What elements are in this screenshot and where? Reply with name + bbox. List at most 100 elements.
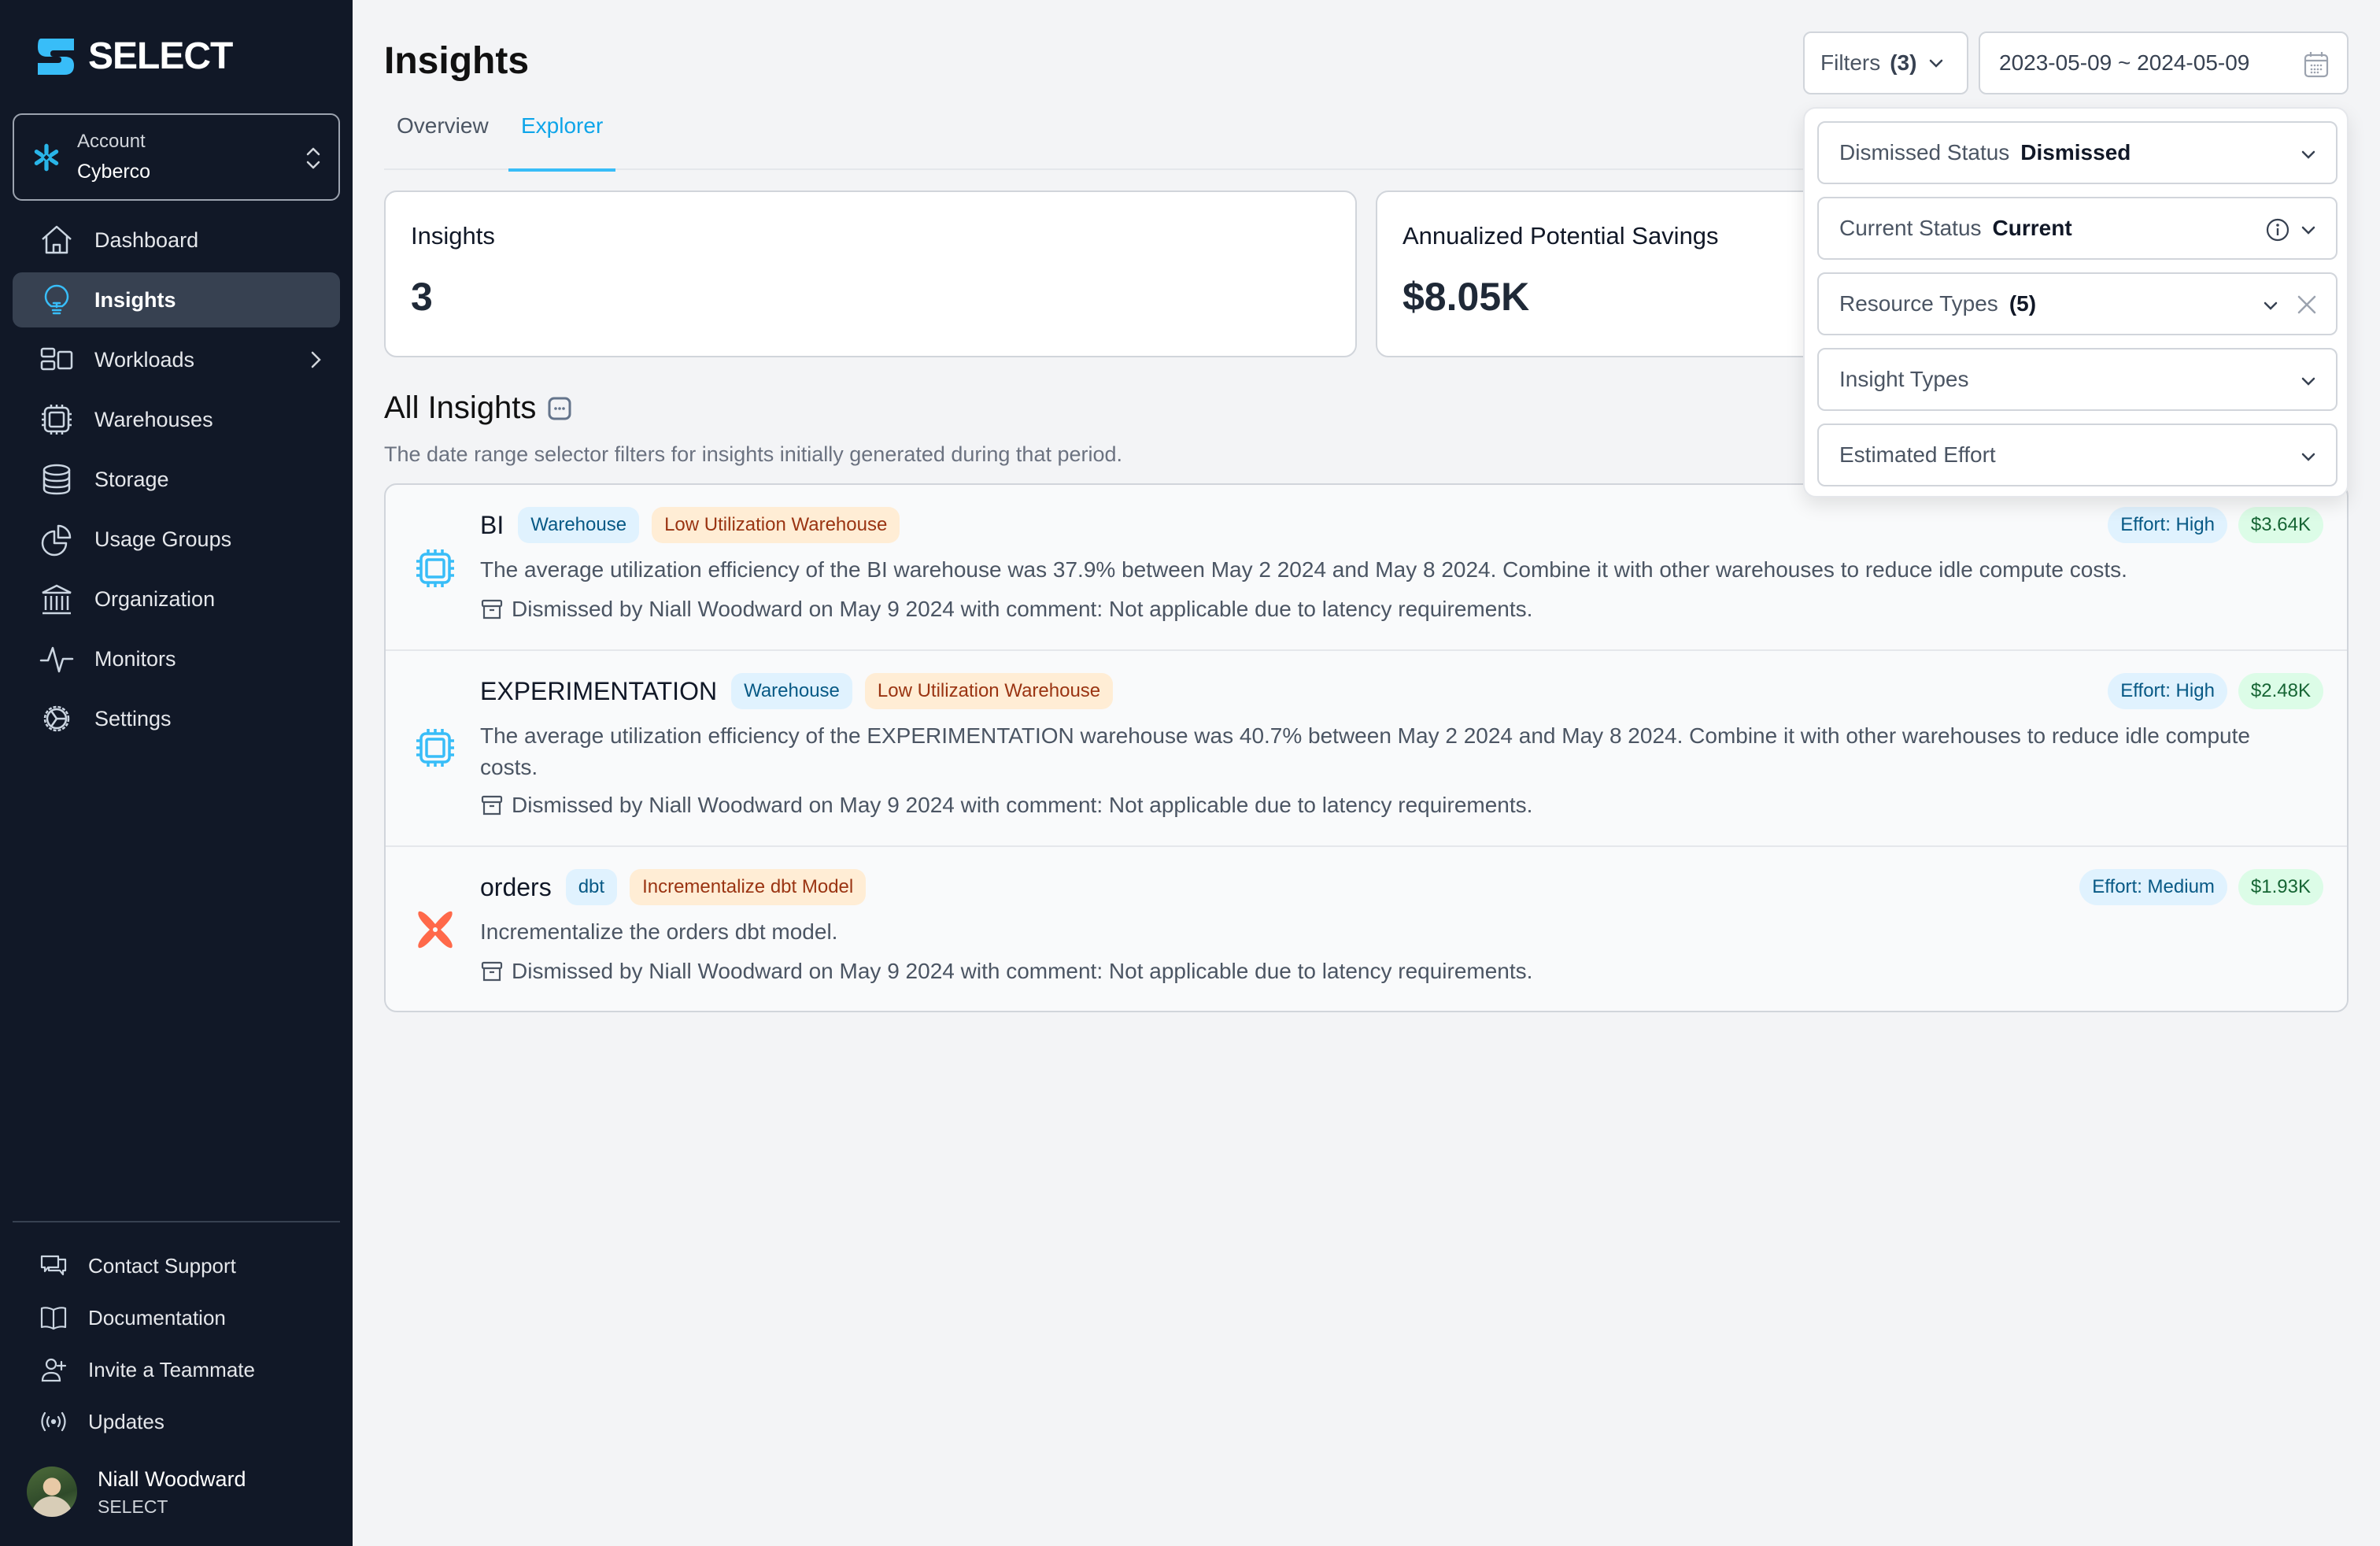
resource-type-badge: dbt [565,869,618,905]
filter-value: Dismissed [2020,140,2131,165]
filters-count: (3) [1890,50,1917,75]
chevron-down-icon [2264,301,2278,310]
insight-resource-name[interactable]: BI [480,511,504,540]
tab-explorer[interactable]: Explorer [508,113,616,172]
sidebar: SELECT Account Cyberco Dashboard Insight… [0,0,353,1546]
insight-type-badge: Incrementalize dbt Model [630,869,867,905]
sidebar-item-workloads[interactable]: Workloads [13,332,340,387]
sidebar-footer-nav: Contact Support Documentation Invite a T… [13,1240,340,1448]
sidebar-item-label: Warehouses [94,407,213,431]
pie-chart-icon [39,522,74,557]
chat-icon [39,1252,68,1280]
filter-label: Insight Types [1839,367,1969,391]
chip-icon [416,729,454,767]
documentation-link[interactable]: Documentation [13,1292,340,1344]
pulse-icon [39,642,74,676]
savings-badge: $2.48K [2238,673,2323,709]
effort-badge: Effort: High [2108,507,2227,543]
filter-value: (5) [2009,291,2037,316]
broadcast-icon [39,1407,68,1436]
invite-teammate-link[interactable]: Invite a Teammate [13,1344,340,1396]
sidebar-item-label: Organization [94,586,216,611]
clear-icon[interactable] [2295,293,2319,316]
chip-icon [416,549,454,587]
effort-badge: Effort: Medium [2079,869,2227,905]
footer-item-label: Updates [88,1409,164,1433]
resource-type-badge: Warehouse [518,507,640,543]
section-subtitle: The date range selector filters for insi… [384,442,1123,466]
insight-type-badge: Low Utilization Warehouse [652,507,900,543]
resource-type-badge: Warehouse [731,673,852,709]
database-icon [39,462,74,497]
tab-overview[interactable]: Overview [397,113,489,170]
insight-row[interactable]: EXPERIMENTATION Warehouse Low Utilizatio… [386,651,2347,847]
sidebar-item-warehouses[interactable]: Warehouses [13,392,340,447]
book-icon [39,1304,68,1332]
sidebar-item-label: Storage [94,467,169,491]
filters-label: Filters [1820,50,1881,75]
insight-type-badge: Low Utilization Warehouse [864,673,1114,709]
insight-resource-name[interactable]: orders [480,873,552,902]
archive-icon [481,599,503,620]
chevron-updown-icon [306,147,320,169]
resource-types-select[interactable]: Resource Types (5) [1817,272,2338,335]
user-profile[interactable]: Niall Woodward SELECT [27,1464,246,1519]
info-icon[interactable] [2265,217,2290,242]
sidebar-item-organization[interactable]: Organization [13,571,340,627]
contact-support-link[interactable]: Contact Support [13,1240,340,1292]
current-status-select[interactable]: Current Status Current [1817,197,2338,260]
sidebar-item-label: Dashboard [94,227,199,252]
user-plus-icon [39,1356,68,1384]
insight-description: Incrementalize the orders dbt model. [480,919,838,944]
filters-dropdown-panel: Dismissed Status Dismissed Current Statu… [1803,107,2349,497]
insight-row[interactable]: orders dbt Incrementalize dbt Model Effo… [386,847,2347,1011]
insight-types-select[interactable]: Insight Types [1817,348,2338,411]
chevron-down-icon [2301,226,2315,235]
filters-button[interactable]: Filters (3) [1803,31,1968,94]
chevron-down-icon [2301,453,2315,461]
archive-icon [481,961,503,982]
select-logo[interactable]: SELECT [38,38,233,76]
footer-item-label: Invite a Teammate [88,1357,255,1381]
chevron-down-icon [2301,150,2315,159]
dismissed-status-select[interactable]: Dismissed Status Dismissed [1817,121,2338,184]
filter-label: Dismissed Status [1839,140,2010,165]
lightbulb-icon [39,283,74,317]
chip-icon [39,402,74,437]
date-range-picker[interactable]: 2023-05-09 ~ 2024-05-09 [1979,31,2349,94]
dismissal-note: Dismissed by Niall Woodward on May 9 202… [480,793,1532,818]
effort-badge: Effort: High [2108,673,2227,709]
account-label: Account [77,130,146,152]
sidebar-item-monitors[interactable]: Monitors [13,631,340,686]
workloads-icon [39,342,74,377]
stat-label: Insights [411,222,495,250]
select-logo-icon [38,39,74,75]
avatar [27,1466,77,1517]
stat-value: 3 [411,275,433,319]
insight-row[interactable]: BI Warehouse Low Utilization Warehouse E… [386,485,2347,651]
sidebar-item-insights[interactable]: Insights [13,272,340,327]
savings-badge: $3.64K [2238,507,2323,543]
sidebar-item-dashboard[interactable]: Dashboard [13,213,340,268]
sidebar-item-label: Settings [94,706,172,730]
sidebar-item-usage-groups[interactable]: Usage Groups [13,512,340,567]
tab-bar: Overview Explorer [384,101,1879,172]
dismissal-note: Dismissed by Niall Woodward on May 9 202… [480,959,1532,984]
sidebar-item-storage[interactable]: Storage [13,452,340,507]
more-options-icon[interactable] [547,396,572,421]
filter-label: Resource Types [1839,291,1998,316]
snowflake-icon [34,143,59,171]
archive-icon [481,795,503,816]
footer-item-label: Documentation [88,1305,226,1330]
insight-resource-name[interactable]: EXPERIMENTATION [480,677,717,706]
sidebar-item-label: Monitors [94,646,176,671]
chevron-right-icon [311,351,321,368]
updates-link[interactable]: Updates [13,1396,340,1448]
savings-badge: $1.93K [2238,869,2323,905]
sidebar-nav: Dashboard Insights Workloads Warehouses [13,213,340,751]
gear-icon [39,701,74,736]
sidebar-item-settings[interactable]: Settings [13,691,340,746]
estimated-effort-select[interactable]: Estimated Effort [1817,423,2338,486]
dismissal-note: Dismissed by Niall Woodward on May 9 202… [480,597,1532,622]
account-switcher[interactable]: Account Cyberco [13,113,340,201]
